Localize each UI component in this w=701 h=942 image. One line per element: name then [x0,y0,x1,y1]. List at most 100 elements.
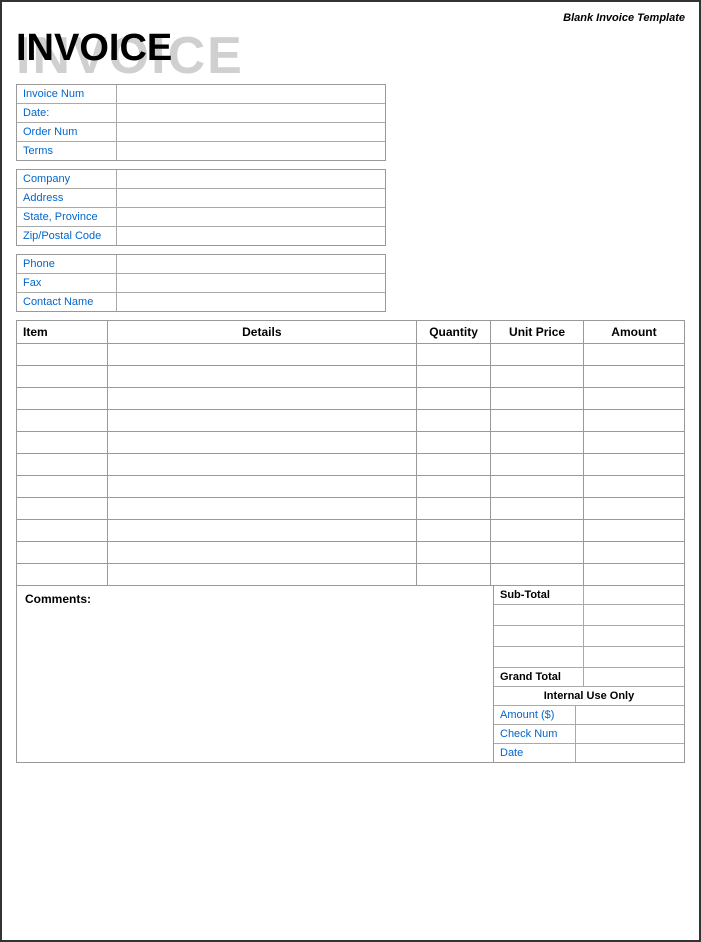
unit-price-cell[interactable] [491,387,584,409]
grand-total-value[interactable] [584,668,684,686]
table-row [17,409,685,431]
unit-price-cell[interactable] [491,519,584,541]
item-cell[interactable] [17,387,108,409]
item-cell[interactable] [17,519,108,541]
internal-date-field-row: Date [494,744,684,762]
subtotal-label: Sub-Total [494,586,584,604]
table-row [17,387,685,409]
internal-date-field-value[interactable] [576,744,684,762]
state-label: State, Province [17,208,117,226]
amount-cell[interactable] [583,497,684,519]
qty-cell[interactable] [416,387,490,409]
grand-total-label: Grand Total [494,668,584,686]
item-header: Item [17,320,108,343]
company-row: Company [17,170,385,189]
unit-price-cell[interactable] [491,453,584,475]
unit-price-cell[interactable] [491,541,584,563]
comments-area: Comments: [17,586,494,762]
unit-price-cell[interactable] [491,563,584,585]
totals-area: Sub-Total Grand Total Internal Use Only … [494,586,684,762]
order-num-value[interactable] [117,123,385,141]
qty-cell[interactable] [416,475,490,497]
item-cell[interactable] [17,343,108,365]
qty-cell[interactable] [416,453,490,475]
amount-cell[interactable] [583,475,684,497]
item-cell[interactable] [17,453,108,475]
state-value[interactable] [117,208,385,226]
unit-price-cell[interactable] [491,409,584,431]
contact-name-label: Contact Name [17,293,117,311]
zip-row: Zip/Postal Code [17,227,385,245]
internal-use-label: Internal Use Only [494,687,684,705]
item-cell[interactable] [17,409,108,431]
empty-right-3[interactable] [584,647,684,667]
table-row [17,431,685,453]
quantity-header: Quantity [416,320,490,343]
details-cell[interactable] [107,431,416,453]
company-value[interactable] [117,170,385,188]
details-cell[interactable] [107,541,416,563]
details-cell[interactable] [107,497,416,519]
unit-price-cell[interactable] [491,497,584,519]
item-cell[interactable] [17,431,108,453]
qty-cell[interactable] [416,519,490,541]
subtotal-value[interactable] [584,586,684,604]
empty-right-1[interactable] [584,605,684,625]
qty-cell[interactable] [416,497,490,519]
amount-cell[interactable] [583,541,684,563]
date-value[interactable] [117,104,385,122]
terms-value[interactable] [117,142,385,160]
qty-cell[interactable] [416,431,490,453]
qty-cell[interactable] [416,343,490,365]
details-header: Details [107,320,416,343]
table-row [17,343,685,365]
details-cell[interactable] [107,519,416,541]
details-cell[interactable] [107,343,416,365]
qty-cell[interactable] [416,365,490,387]
internal-use-header: Internal Use Only [494,687,684,706]
phone-value[interactable] [117,255,385,273]
item-cell[interactable] [17,563,108,585]
address-value[interactable] [117,189,385,207]
check-num-field-value[interactable] [576,725,684,743]
amount-field-label: Amount ($) [494,706,576,724]
amount-cell[interactable] [583,453,684,475]
details-cell[interactable] [107,563,416,585]
unit-price-cell[interactable] [491,475,584,497]
item-cell[interactable] [17,541,108,563]
empty-right-2[interactable] [584,626,684,646]
zip-value[interactable] [117,227,385,245]
invoice-num-value[interactable] [117,85,385,103]
amount-cell[interactable] [583,387,684,409]
item-cell[interactable] [17,365,108,387]
amount-cell[interactable] [583,343,684,365]
unit-price-cell[interactable] [491,365,584,387]
details-cell[interactable] [107,453,416,475]
amount-cell[interactable] [583,519,684,541]
table-row [17,519,685,541]
qty-cell[interactable] [416,541,490,563]
amount-cell[interactable] [583,431,684,453]
details-cell[interactable] [107,387,416,409]
amount-cell[interactable] [583,409,684,431]
grand-total-row: Grand Total [494,668,684,687]
unit-price-cell[interactable] [491,431,584,453]
details-cell[interactable] [107,475,416,497]
item-cell[interactable] [17,475,108,497]
template-title: Blank Invoice Template [16,12,685,24]
details-cell[interactable] [107,365,416,387]
check-num-field-label: Check Num [494,725,576,743]
zip-label: Zip/Postal Code [17,227,117,245]
item-cell[interactable] [17,497,108,519]
fax-value[interactable] [117,274,385,292]
unit-price-cell[interactable] [491,343,584,365]
amount-field-value[interactable] [576,706,684,724]
amount-cell[interactable] [583,563,684,585]
address-label: Address [17,189,117,207]
contact-name-value[interactable] [117,293,385,311]
qty-cell[interactable] [416,563,490,585]
amount-cell[interactable] [583,365,684,387]
terms-label: Terms [17,142,117,160]
qty-cell[interactable] [416,409,490,431]
details-cell[interactable] [107,409,416,431]
